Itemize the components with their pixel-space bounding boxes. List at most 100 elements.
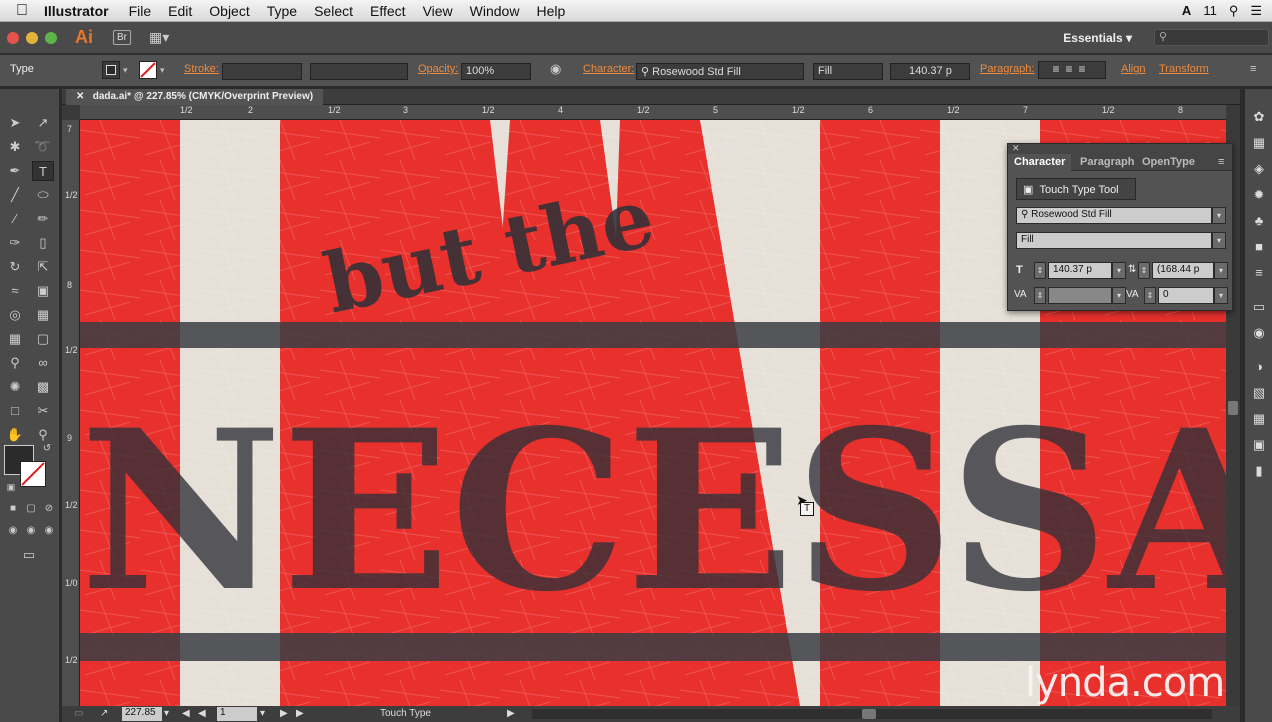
panel-font-family-field[interactable]: ⚲ Rosewood Std Fill bbox=[1016, 207, 1212, 224]
document-tab[interactable]: ✕ dada.ai* @ 227.85% (CMYK/Overprint Pre… bbox=[66, 89, 324, 105]
status-menu-arrow[interactable]: ▶ bbox=[507, 708, 515, 719]
stroke-weight-field[interactable] bbox=[222, 63, 302, 80]
control-panel-menu-icon[interactable]: ≡ bbox=[1250, 63, 1256, 75]
font-style-field[interactable]: Fill bbox=[813, 63, 883, 80]
variable-width-profile[interactable] bbox=[310, 63, 408, 80]
leading-dropdown-icon[interactable]: ▾ bbox=[1214, 262, 1228, 279]
kerning-dropdown-icon[interactable]: ▾ bbox=[1112, 287, 1126, 304]
leading-field[interactable]: (168.44 p bbox=[1152, 262, 1214, 279]
menu-view[interactable]: View bbox=[423, 3, 453, 19]
bridge-button[interactable]: Br bbox=[113, 30, 131, 45]
hand-tool-icon[interactable]: ✋ bbox=[4, 425, 26, 445]
kerning-stepper[interactable]: ⇕ bbox=[1034, 287, 1046, 304]
stroke-color-box[interactable] bbox=[20, 461, 46, 487]
tracking-dropdown-icon[interactable]: ▾ bbox=[1214, 287, 1228, 304]
align-link[interactable]: Align bbox=[1121, 63, 1145, 75]
mesh-tool-icon[interactable]: ▦ bbox=[4, 329, 26, 349]
artboard-tool-icon[interactable]: □ bbox=[4, 401, 26, 421]
shape-builder-tool-icon[interactable]: ◎ bbox=[4, 305, 26, 325]
menu-effect[interactable]: Effect bbox=[370, 3, 406, 19]
first-artboard-button[interactable]: ◀ bbox=[182, 708, 190, 719]
eyedropper-tool-icon[interactable]: ⚲ bbox=[4, 353, 26, 373]
minimize-window-button[interactable] bbox=[26, 31, 38, 44]
selection-tool-icon[interactable]: ➤ bbox=[4, 113, 26, 133]
panel-font-style-field[interactable]: Fill bbox=[1016, 232, 1212, 249]
close-window-button[interactable] bbox=[7, 31, 19, 44]
last-artboard-button[interactable]: ▶ bbox=[296, 708, 304, 719]
opacity-link[interactable]: Opacity: bbox=[418, 63, 458, 75]
appearance-panel-icon[interactable]: ◑ bbox=[1251, 359, 1267, 375]
menu-help[interactable]: Help bbox=[536, 3, 565, 19]
artboard-dropdown-icon[interactable]: ▾ bbox=[260, 708, 265, 719]
gradient-panel-icon[interactable]: ▭ bbox=[1251, 299, 1267, 315]
rotate-tool-icon[interactable]: ↻ bbox=[4, 257, 26, 277]
menu-select[interactable]: Select bbox=[314, 3, 353, 19]
transparency-panel-icon[interactable]: ◉ bbox=[1251, 325, 1267, 341]
eraser-tool-icon[interactable]: ▯ bbox=[32, 233, 54, 253]
font-size-dropdown-icon[interactable]: ▾ bbox=[1112, 262, 1126, 279]
paintbrush-tool-icon[interactable]: ∕ bbox=[4, 209, 26, 229]
font-style-dropdown-icon[interactable]: ▾ bbox=[1212, 232, 1226, 249]
apple-icon[interactable]:  bbox=[0, 2, 44, 20]
brushes-panel-icon[interactable]: ✹ bbox=[1251, 187, 1267, 203]
magic-wand-tool-icon[interactable]: ✱ bbox=[4, 137, 26, 157]
horizontal-scrollbar[interactable] bbox=[532, 709, 1212, 719]
pencil-tool-icon[interactable]: ✏ bbox=[32, 209, 54, 229]
character-link[interactable]: Character: bbox=[583, 63, 634, 75]
transform-link[interactable]: Transform bbox=[1159, 63, 1209, 75]
symbols-panel-icon[interactable]: ♣ bbox=[1251, 213, 1267, 229]
vertical-ruler[interactable]: 7 1/2 8 1/2 9 1/2 1/0 1/2 bbox=[62, 120, 80, 708]
next-artboard-button[interactable]: ▶ bbox=[280, 708, 288, 719]
menu-window[interactable]: Window bbox=[470, 3, 520, 19]
column-graph-tool-icon[interactable]: ▩ bbox=[32, 377, 54, 397]
menu-edit[interactable]: Edit bbox=[168, 3, 192, 19]
color-guide-icon[interactable]: ▦ bbox=[1251, 135, 1267, 151]
zoom-window-button[interactable] bbox=[45, 31, 57, 44]
tab-opentype[interactable]: OpenType bbox=[1142, 156, 1195, 168]
font-family-field[interactable]: ⚲ Rosewood Std Fill bbox=[636, 63, 804, 80]
tab-character[interactable]: Character bbox=[1008, 154, 1072, 171]
artboards-panel-icon[interactable]: ▦ bbox=[1251, 411, 1267, 427]
paragraph-link[interactable]: Paragraph: bbox=[980, 63, 1034, 75]
fill-dropdown-icon[interactable]: ▾ bbox=[123, 65, 128, 76]
panel-close-icon[interactable]: ✕ bbox=[1012, 143, 1020, 153]
tab-paragraph[interactable]: Paragraph bbox=[1080, 156, 1134, 168]
default-fill-stroke-icon[interactable]: ▣ bbox=[0, 477, 22, 497]
graph-tool-icon[interactable]: ▦ bbox=[32, 305, 54, 325]
paragraph-align-buttons[interactable]: ≡≡≡ bbox=[1038, 61, 1106, 79]
tracking-stepper[interactable]: ⇕ bbox=[1144, 287, 1156, 304]
current-tool-status[interactable]: Touch Type bbox=[380, 708, 431, 719]
blob-brush-tool-icon[interactable]: ✑ bbox=[4, 233, 26, 253]
ellipse-tool-icon[interactable]: ⬭ bbox=[32, 185, 54, 205]
direct-selection-tool-icon[interactable]: ↗ bbox=[32, 113, 54, 133]
align-panel-icon[interactable]: ▮ bbox=[1251, 463, 1267, 479]
line-segment-tool-icon[interactable]: ╱ bbox=[4, 185, 26, 205]
menu-type[interactable]: Type bbox=[267, 3, 297, 19]
free-transform-tool-icon[interactable]: ▣ bbox=[32, 281, 54, 301]
menu-app-name[interactable]: Illustrator bbox=[44, 3, 109, 19]
list-menu-icon[interactable]: ☰ bbox=[1250, 3, 1262, 19]
workspace-switcher[interactable]: Essentials ▾ bbox=[1063, 31, 1132, 45]
stroke-dropdown-icon[interactable]: ▾ bbox=[160, 65, 165, 76]
swap-fill-stroke-icon[interactable]: ↺ bbox=[36, 439, 58, 459]
layers-panel-icon[interactable]: ▧ bbox=[1251, 385, 1267, 401]
graphic-styles-icon[interactable]: ■ bbox=[1251, 239, 1267, 255]
tracking-field[interactable]: 0 bbox=[1158, 287, 1214, 304]
spotlight-search-icon[interactable]: ⚲ bbox=[1229, 3, 1239, 19]
recolor-artwork-icon[interactable]: ◉ bbox=[550, 61, 561, 77]
blend-tool-icon[interactable]: ∞ bbox=[32, 353, 54, 373]
arrange-documents-icon[interactable]: ▦▾ bbox=[149, 29, 169, 46]
color-panel-icon[interactable]: ✿ bbox=[1251, 109, 1267, 125]
horizontal-ruler[interactable]: 1/2 2 1/2 3 1/2 4 1/2 5 1/2 6 1/2 7 1/2 … bbox=[80, 105, 1228, 120]
menu-object[interactable]: Object bbox=[209, 3, 249, 19]
leading-stepper[interactable]: ⇕ bbox=[1138, 262, 1150, 279]
zoom-dropdown-icon[interactable]: ▾ bbox=[164, 708, 169, 719]
artboard-number-field[interactable]: 1 bbox=[217, 707, 257, 721]
screen-mode-icon[interactable]: ▭ bbox=[18, 545, 40, 565]
slice-tool-icon[interactable]: ✂ bbox=[32, 401, 54, 421]
stroke-panel-icon[interactable]: ≡ bbox=[1251, 265, 1267, 281]
swatches-panel-icon[interactable]: ◈ bbox=[1251, 161, 1267, 177]
zoom-level-field[interactable]: 227.85 bbox=[122, 707, 162, 721]
symbol-sprayer-tool-icon[interactable]: ✺ bbox=[4, 377, 26, 397]
kerning-field[interactable] bbox=[1048, 287, 1112, 304]
